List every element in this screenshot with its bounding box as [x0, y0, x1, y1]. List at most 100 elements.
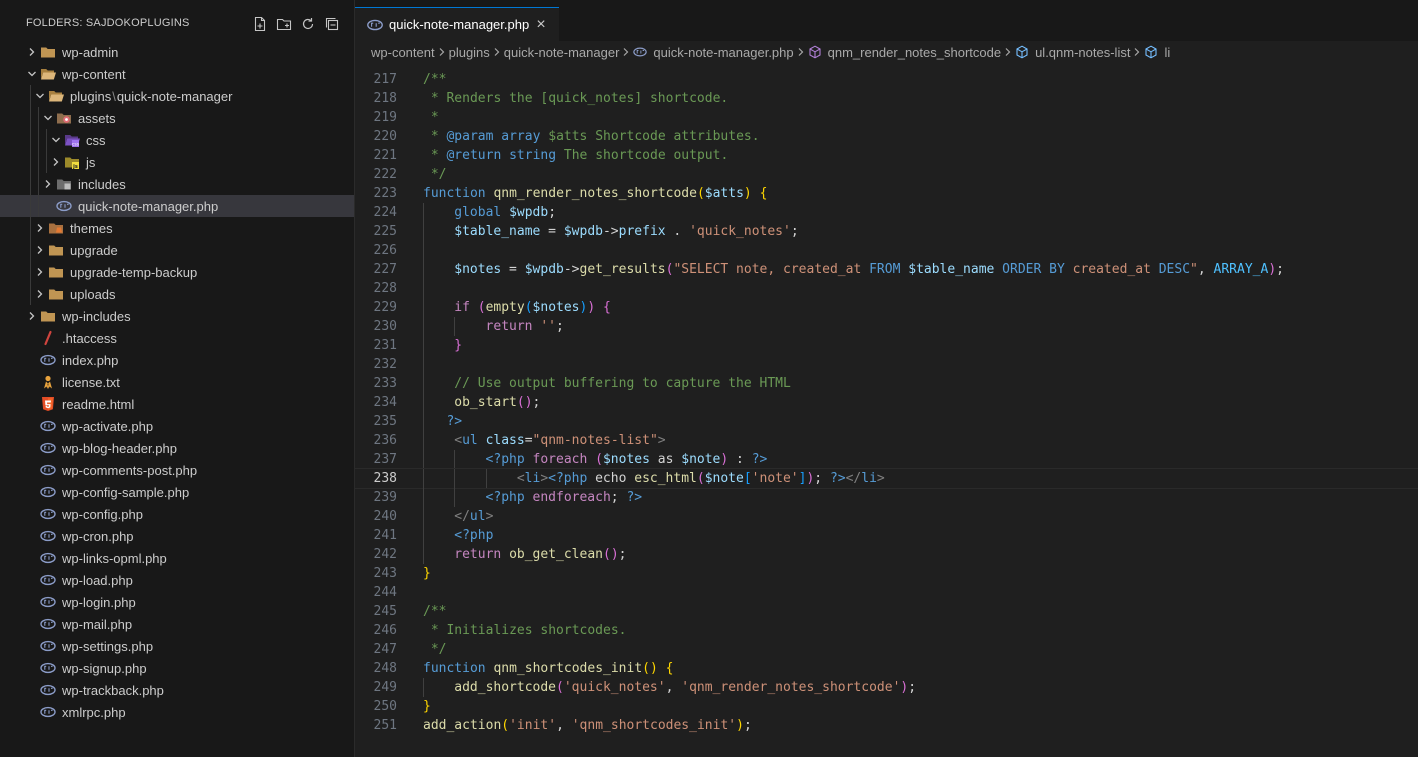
collapse-all-icon[interactable]: [322, 14, 342, 34]
tree-file-wp-mail-php[interactable]: wp-mail.php: [0, 613, 354, 635]
tree-file-htaccess[interactable]: .htaccess: [0, 327, 354, 349]
code-editor[interactable]: 217 /** 218 * Renders the [quick_notes] sh…: [354, 70, 1418, 757]
tree-folder-includes[interactable]: includes: [0, 173, 354, 195]
chevron-right-icon[interactable]: [32, 239, 48, 261]
code-line[interactable]: 225 $table_name = $wpdb->prefix . 'quick_…: [355, 222, 1418, 241]
code-line[interactable]: 247 */: [355, 640, 1418, 659]
code-line[interactable]: 243}: [355, 564, 1418, 583]
code-token: 'quick_notes': [689, 224, 791, 239]
tree-file-license-txt[interactable]: license.txt: [0, 371, 354, 393]
code-line[interactable]: 218 * Renders the [quick_notes] shortcod…: [355, 89, 1418, 108]
code-line[interactable]: 251 add_action('init', 'qnm_shortcodes_in…: [355, 716, 1418, 735]
tree-folder-wp-content[interactable]: wp-content: [0, 63, 354, 85]
tree-folder-js[interactable]: js js: [0, 151, 354, 173]
tree-file-wp-config-sample-php[interactable]: wp-config-sample.php: [0, 481, 354, 503]
code-line[interactable]: 228: [355, 279, 1418, 298]
breadcrumb-item[interactable]: ul.qnm-notes-list: [1015, 45, 1130, 60]
chevron-right-icon[interactable]: [24, 41, 40, 63]
new-folder-icon[interactable]: [274, 14, 294, 34]
chevron-right-icon[interactable]: [32, 217, 48, 239]
code-line[interactable]: 223 function qnm_render_notes_shortcode($…: [355, 184, 1418, 203]
tree-folder-plugins[interactable]: plugins \ quick-note-manager: [0, 85, 354, 107]
chevron-right-icon[interactable]: [32, 261, 48, 283]
code-line[interactable]: 233 // Use output buffering to capture th…: [355, 374, 1418, 393]
code-text: function qnm_render_notes_shortcode($att…: [423, 184, 767, 203]
chevron-right-icon[interactable]: [48, 151, 64, 173]
breadcrumb-item[interactable]: quick-note-manager.php: [633, 45, 794, 60]
code-line[interactable]: 240 </ul>: [355, 507, 1418, 526]
code-line[interactable]: 217 /**: [355, 70, 1418, 89]
code-text: */: [423, 165, 447, 184]
code-line[interactable]: 248 function qnm_shortcodes_init() {: [355, 659, 1418, 678]
code-line[interactable]: 239 <?php endforeach; ?>: [355, 488, 1418, 507]
tree-file-wp-blog-header-php[interactable]: wp-blog-header.php: [0, 437, 354, 459]
code-token: @param: [446, 129, 494, 144]
tree-folder-themes[interactable]: themes: [0, 217, 354, 239]
tree-folder-css[interactable]: css css: [0, 129, 354, 151]
code-line[interactable]: 245 /**: [355, 602, 1418, 621]
chevron-down-icon[interactable]: [40, 107, 56, 129]
code-line[interactable]: 244: [355, 583, 1418, 602]
chevron-down-icon[interactable]: [32, 85, 48, 107]
breadcrumb-item[interactable]: wp-content: [371, 45, 435, 60]
code-line[interactable]: 231}: [355, 336, 1418, 355]
code-line[interactable]: 236 <ul class="qnm-notes-list">: [355, 431, 1418, 450]
tree-file-wp-load-php[interactable]: wp-load.php: [0, 569, 354, 591]
code-line[interactable]: 234 ob_start();: [355, 393, 1418, 412]
tree-folder-wp-includes[interactable]: wp-includes: [0, 305, 354, 327]
code-line[interactable]: 230 return '';: [355, 317, 1418, 336]
tree-folder-upgrade[interactable]: upgrade: [0, 239, 354, 261]
tree-file-wp-links-opml-php[interactable]: wp-links-opml.php: [0, 547, 354, 569]
code-line[interactable]: 237 <?php foreach ($notes as $note) : ?>: [355, 450, 1418, 469]
code-line[interactable]: 241 <?php: [355, 526, 1418, 545]
tree-file-wp-settings-php[interactable]: wp-settings.php: [0, 635, 354, 657]
code-line[interactable]: 229 if (empty($notes)) {: [355, 298, 1418, 317]
close-icon[interactable]: ×: [533, 17, 549, 33]
chevron-down-icon[interactable]: [24, 63, 40, 85]
new-file-icon[interactable]: [250, 14, 270, 34]
breadcrumb-item[interactable]: qnm_render_notes_shortcode: [808, 45, 1001, 60]
code-line[interactable]: 238 <li><?php echo esc_html($note['note']…: [354, 468, 1418, 489]
tab-quick-note-manager[interactable]: quick-note-manager.php ×: [355, 7, 559, 41]
indent-guide: [423, 317, 424, 336]
tree-folder-assets[interactable]: assets: [0, 107, 354, 129]
code-line[interactable]: 219 *: [355, 108, 1418, 127]
tree-folder-uploads[interactable]: uploads: [0, 283, 354, 305]
refresh-icon[interactable]: [298, 14, 318, 34]
code-line[interactable]: 220 * @param array $atts Shortcode attri…: [355, 127, 1418, 146]
breadcrumb-item[interactable]: plugins: [449, 45, 490, 60]
tree-folder-upgrade-temp-backup[interactable]: upgrade-temp-backup: [0, 261, 354, 283]
tree-file-wp-activate-php[interactable]: wp-activate.php: [0, 415, 354, 437]
code-line[interactable]: 250}: [355, 697, 1418, 716]
code-token: */: [423, 642, 447, 657]
code-line[interactable]: 249 add_shortcode('quick_notes', 'qnm_ren…: [355, 678, 1418, 697]
chevron-right-icon[interactable]: [24, 305, 40, 327]
chevron-right-icon[interactable]: [32, 283, 48, 305]
chevron-right-icon[interactable]: [40, 173, 56, 195]
tree-file-readme-html[interactable]: readme.html: [0, 393, 354, 415]
code-line[interactable]: 232: [355, 355, 1418, 374]
code-line[interactable]: 226: [355, 241, 1418, 260]
code-line[interactable]: 222 */: [355, 165, 1418, 184]
tree-file-wp-login-php[interactable]: wp-login.php: [0, 591, 354, 613]
tree-file-quick-note-manager-php[interactable]: quick-note-manager.php: [0, 195, 354, 217]
tree-file-wp-signup-php[interactable]: wp-signup.php: [0, 657, 354, 679]
tree-file-wp-trackback-php[interactable]: wp-trackback.php: [0, 679, 354, 701]
code-line[interactable]: 235 ?>: [355, 412, 1418, 431]
tree-file-wp-config-php[interactable]: wp-config.php: [0, 503, 354, 525]
tree-file-index-php[interactable]: index.php: [0, 349, 354, 371]
code-line[interactable]: 221 * @return string The shortcode outpu…: [355, 146, 1418, 165]
code-token: =: [501, 262, 525, 277]
breadcrumb-item[interactable]: li: [1144, 45, 1170, 60]
tree-file-wp-cron-php[interactable]: wp-cron.php: [0, 525, 354, 547]
code-line[interactable]: 224 global $wpdb;: [355, 203, 1418, 222]
tree-file-wp-comments-post-php[interactable]: wp-comments-post.php: [0, 459, 354, 481]
code-line[interactable]: 242 return ob_get_clean();: [355, 545, 1418, 564]
breadcrumb-item[interactable]: quick-note-manager: [504, 45, 620, 60]
chevron-right-icon: [1001, 47, 1015, 57]
chevron-down-icon[interactable]: [48, 129, 64, 151]
tree-folder-wp-admin[interactable]: wp-admin: [0, 41, 354, 63]
code-line[interactable]: 227 $notes = $wpdb->get_results("SELECT n…: [355, 260, 1418, 279]
tree-file-xmlrpc-php[interactable]: xmlrpc.php: [0, 701, 354, 723]
code-line[interactable]: 246 * Initializes shortcodes.: [355, 621, 1418, 640]
